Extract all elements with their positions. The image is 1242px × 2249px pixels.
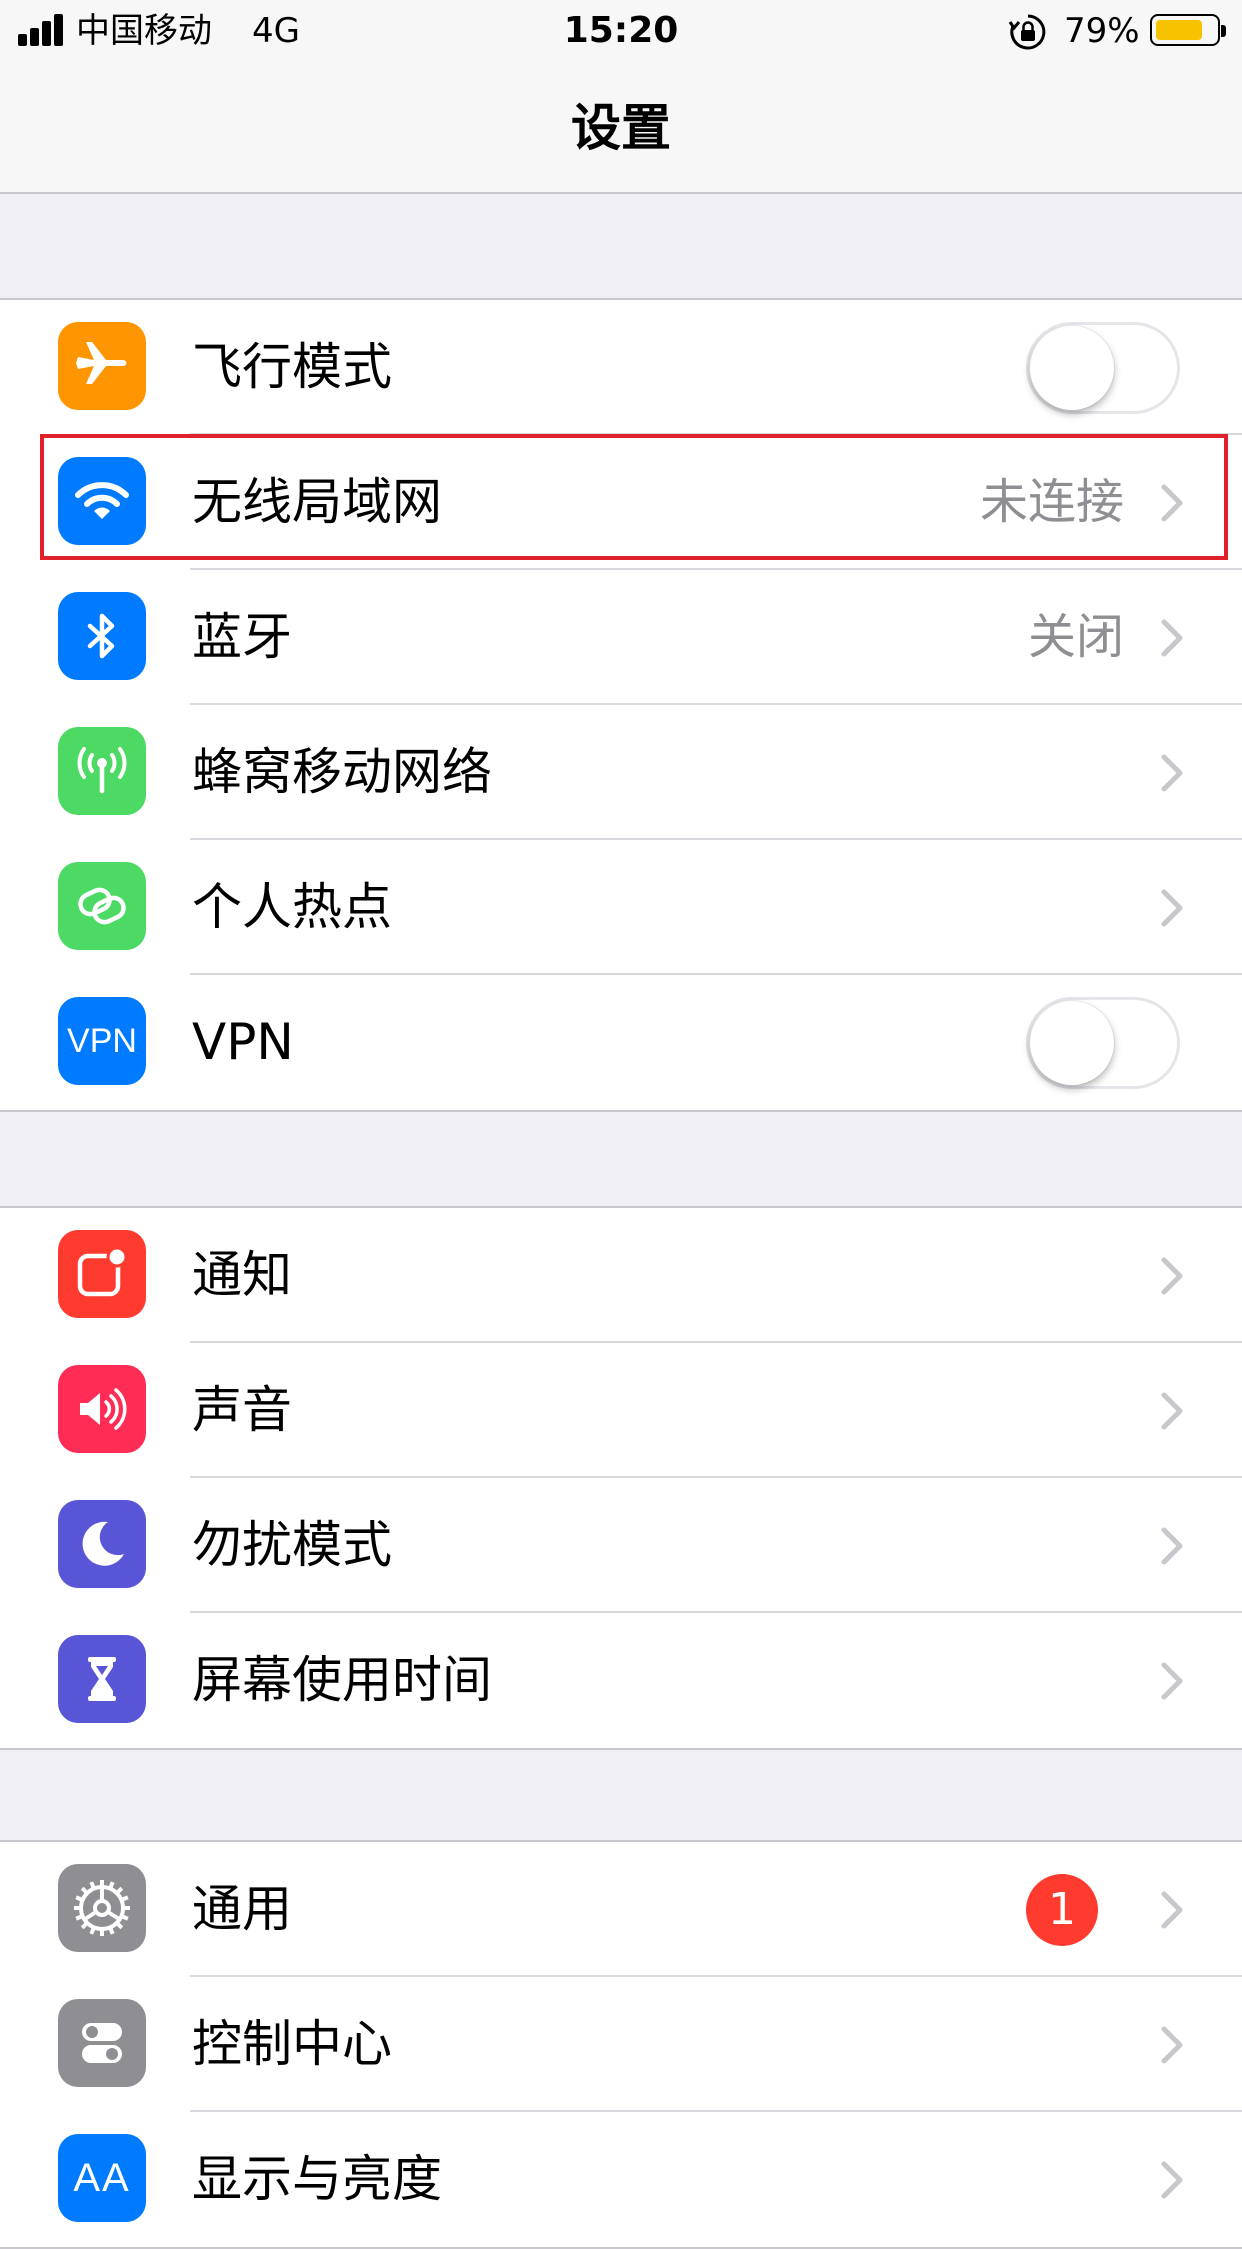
settings-row[interactable]: 蓝牙 关闭 <box>0 570 1242 705</box>
settings-row[interactable]: 控制中心 <box>0 1977 1242 2112</box>
row-label: 通知 <box>192 1246 292 1304</box>
gear-icon <box>58 1864 146 1952</box>
text-size-icon: AA <box>58 2134 146 2222</box>
top-bar: 中国移动 4G 15:20 79% 设置 <box>0 0 1242 194</box>
toggle-switch[interactable] <box>1026 997 1180 1089</box>
toggle-switch[interactable] <box>1026 322 1180 414</box>
hourglass-icon <box>58 1635 146 1723</box>
settings-row[interactable]: 飞行模式 <box>0 300 1242 435</box>
settings-row[interactable]: 个人热点 <box>0 840 1242 975</box>
notifications-icon <box>58 1230 146 1318</box>
settings-group: 通知声音勿扰模式屏幕使用时间 <box>0 1206 1242 1750</box>
status-bar: 中国移动 4G 15:20 79% <box>0 0 1242 62</box>
switches-icon <box>58 1999 146 2087</box>
toggle-knob <box>1030 326 1114 410</box>
battery-icon <box>1150 14 1226 46</box>
chevron-right-icon <box>1154 1389 1190 1433</box>
row-label: 勿扰模式 <box>192 1516 392 1574</box>
settings-group: 飞行模式无线局域网 未连接蓝牙 关闭蜂窝移动网络 个人热点 VPN VPN <box>0 298 1242 1112</box>
rotation-lock-icon <box>1008 12 1048 52</box>
row-value: 关闭 <box>1027 609 1124 665</box>
chevron-right-icon <box>1154 616 1190 660</box>
airplane-icon <box>58 322 146 410</box>
bluetooth-icon <box>58 592 146 680</box>
chevron-right-icon <box>1154 751 1190 795</box>
row-label: 蜂窝移动网络 <box>192 743 492 801</box>
cellular-antenna-icon <box>58 727 146 815</box>
row-label: 显示与亮度 <box>192 2150 442 2208</box>
wifi-icon <box>58 457 146 545</box>
settings-row[interactable]: VPN VPN <box>0 975 1242 1110</box>
row-label: 屏幕使用时间 <box>192 1651 492 1709</box>
vpn-icon: VPN <box>58 997 146 1085</box>
settings-row[interactable]: AA 显示与亮度 <box>0 2112 1242 2247</box>
hotspot-icon <box>58 862 146 950</box>
chevron-right-icon <box>1154 1524 1190 1568</box>
toggle-knob <box>1030 1001 1114 1085</box>
chevron-right-icon <box>1154 2158 1190 2202</box>
icon-text: VPN <box>67 1021 137 1060</box>
clock: 15:20 <box>563 10 679 51</box>
row-label: 个人热点 <box>192 878 392 936</box>
row-label: 无线局域网 <box>192 473 442 531</box>
settings-row[interactable]: 勿扰模式 <box>0 1478 1242 1613</box>
settings-row[interactable]: 声音 <box>0 1343 1242 1478</box>
settings-row[interactable]: 通知 <box>0 1208 1242 1343</box>
row-value: 未连接 <box>979 474 1124 530</box>
chevron-right-icon <box>1154 481 1190 525</box>
chevron-right-icon <box>1154 1888 1190 1932</box>
settings-group: 通用 1 控制中心 AA 显示与亮度 <box>0 1840 1242 2249</box>
icon-text: AA <box>73 2155 131 2200</box>
battery-percent: 79% <box>1064 11 1140 51</box>
settings-row[interactable]: 屏幕使用时间 <box>0 1613 1242 1748</box>
page-title: 设置 <box>571 99 671 157</box>
row-label: 声音 <box>192 1381 292 1439</box>
chevron-right-icon <box>1154 1659 1190 1703</box>
row-label: VPN <box>192 1013 294 1071</box>
chevron-right-icon <box>1154 2023 1190 2067</box>
chevron-right-icon <box>1154 886 1190 930</box>
settings-row[interactable]: 通用 1 <box>0 1842 1242 1977</box>
row-label: 飞行模式 <box>192 338 392 396</box>
moon-icon <box>58 1500 146 1588</box>
settings-row[interactable]: 蜂窝移动网络 <box>0 705 1242 840</box>
settings-row[interactable]: 无线局域网 未连接 <box>0 435 1242 570</box>
row-label: 控制中心 <box>192 2015 392 2073</box>
row-label: 通用 <box>192 1880 292 1938</box>
row-label: 蓝牙 <box>192 608 292 666</box>
speaker-icon <box>58 1365 146 1453</box>
notification-badge: 1 <box>1026 1874 1098 1946</box>
chevron-right-icon <box>1154 1254 1190 1298</box>
